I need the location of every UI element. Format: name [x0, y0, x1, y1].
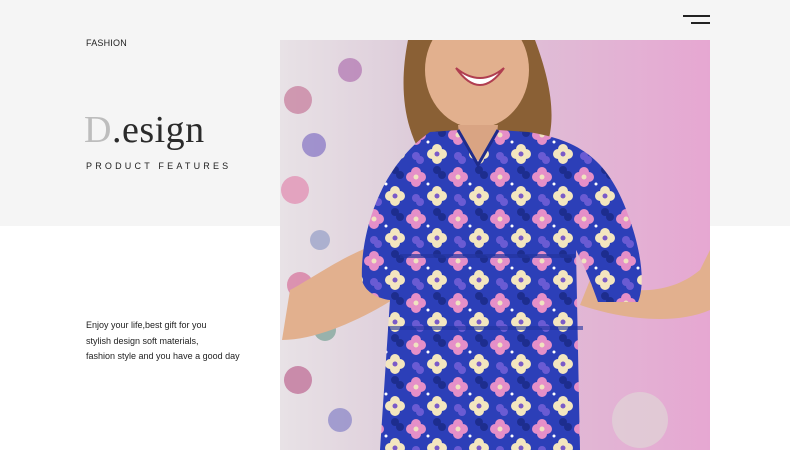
product-photo-illustration: [280, 40, 710, 450]
menu-line-top: [683, 15, 710, 17]
hamburger-menu-icon[interactable]: [683, 15, 710, 27]
title-initial: D: [84, 109, 112, 151]
title-rest: .esign: [111, 109, 205, 151]
description-line: Enjoy your life,best gift for you: [86, 320, 207, 330]
product-photo: [280, 40, 710, 450]
menu-line-bottom: [691, 22, 710, 24]
brand-label: FASHION: [86, 38, 127, 48]
description-line: fashion style and you have a good day: [86, 351, 240, 361]
description: Enjoy your life,best gift for you stylis…: [86, 318, 266, 365]
page-title: D.esign: [84, 108, 205, 152]
description-line: stylish design soft materials,: [86, 335, 199, 346]
page-subtitle: PRODUCT FEATURES: [86, 161, 232, 171]
